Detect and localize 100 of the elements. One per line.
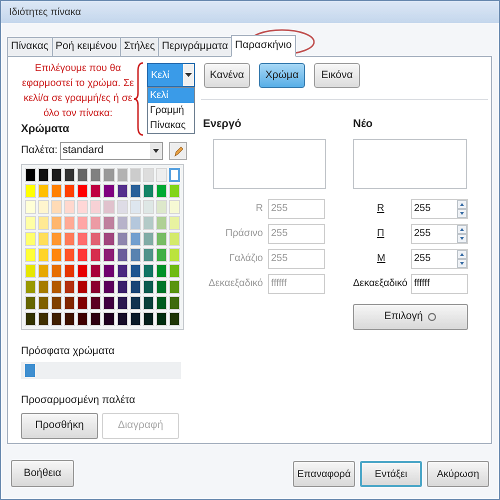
dialog-button[interactable]: Επαναφορά <box>293 461 355 487</box>
color-swatch[interactable] <box>116 280 128 294</box>
color-swatch[interactable] <box>25 168 36 182</box>
color-swatch[interactable] <box>38 296 50 310</box>
color-swatch[interactable] <box>90 280 102 294</box>
tab[interactable]: Πίνακας <box>7 37 52 57</box>
color-swatch[interactable] <box>142 168 154 182</box>
color-swatch[interactable] <box>77 184 88 198</box>
color-swatch[interactable] <box>64 248 76 262</box>
palette-action-button[interactable]: Προσθήκη <box>21 413 98 439</box>
color-swatch[interactable] <box>38 184 50 198</box>
color-swatch[interactable] <box>103 312 115 326</box>
color-swatch[interactable] <box>38 248 50 262</box>
color-swatch[interactable] <box>64 312 76 326</box>
color-swatch[interactable] <box>103 296 115 310</box>
color-swatch[interactable] <box>156 248 167 262</box>
color-swatch[interactable] <box>25 296 36 310</box>
color-swatch[interactable] <box>77 280 88 294</box>
color-swatch[interactable] <box>77 168 88 182</box>
color-swatch[interactable] <box>116 232 128 246</box>
color-swatch[interactable] <box>103 280 115 294</box>
color-swatch[interactable] <box>156 184 167 198</box>
color-swatch[interactable] <box>38 264 50 278</box>
color-swatch[interactable] <box>142 216 154 230</box>
color-swatch[interactable] <box>103 216 115 230</box>
background-type-button[interactable]: Εικόνα <box>314 63 360 88</box>
color-swatch[interactable] <box>51 296 62 310</box>
color-swatch[interactable] <box>130 184 141 198</box>
color-swatch[interactable] <box>51 232 62 246</box>
background-type-button[interactable]: Κανένα <box>204 63 250 88</box>
color-swatch[interactable] <box>156 296 167 310</box>
color-swatch[interactable] <box>77 232 88 246</box>
color-swatch[interactable] <box>51 200 62 214</box>
color-swatch[interactable] <box>77 264 88 278</box>
color-swatch[interactable] <box>51 216 62 230</box>
color-swatch[interactable] <box>168 184 180 198</box>
color-swatch[interactable] <box>168 296 180 310</box>
color-swatch[interactable] <box>156 200 167 214</box>
color-swatch[interactable] <box>90 232 102 246</box>
color-swatch[interactable] <box>156 280 167 294</box>
color-swatch[interactable] <box>77 248 88 262</box>
color-swatch[interactable] <box>103 168 115 182</box>
color-swatch[interactable] <box>25 248 36 262</box>
color-swatch[interactable] <box>116 264 128 278</box>
color-swatch[interactable] <box>25 264 36 278</box>
color-swatch[interactable] <box>25 232 36 246</box>
dialog-button[interactable]: Ακύρωση <box>427 461 489 487</box>
color-swatch[interactable] <box>64 296 76 310</box>
color-swatch[interactable] <box>156 312 167 326</box>
color-swatch[interactable] <box>103 184 115 198</box>
color-swatch[interactable] <box>130 312 141 326</box>
color-swatch[interactable] <box>38 280 50 294</box>
color-swatch[interactable] <box>168 264 180 278</box>
color-swatch[interactable] <box>130 232 141 246</box>
color-swatch[interactable] <box>168 200 180 214</box>
color-swatch[interactable] <box>25 280 36 294</box>
color-swatch[interactable] <box>64 184 76 198</box>
color-swatch[interactable] <box>90 200 102 214</box>
color-swatch[interactable] <box>156 216 167 230</box>
color-swatch[interactable] <box>25 200 36 214</box>
dropdown-option[interactable]: Γραμμή <box>148 103 194 118</box>
color-swatch[interactable] <box>142 184 154 198</box>
color-swatch[interactable] <box>25 216 36 230</box>
tab[interactable]: Παρασκήνιο <box>231 35 296 57</box>
tab[interactable]: Ροή κειμένου <box>52 37 121 57</box>
color-swatch[interactable] <box>38 312 50 326</box>
color-swatch[interactable] <box>64 264 76 278</box>
color-swatch[interactable] <box>51 264 62 278</box>
color-swatch[interactable] <box>142 312 154 326</box>
color-swatch[interactable] <box>38 216 50 230</box>
color-swatch[interactable] <box>64 200 76 214</box>
spin-field[interactable]: 255 <box>411 248 468 268</box>
color-swatch[interactable] <box>142 264 154 278</box>
color-swatch[interactable] <box>168 216 180 230</box>
color-swatch[interactable] <box>90 264 102 278</box>
color-swatch[interactable] <box>130 248 141 262</box>
color-swatch[interactable] <box>51 184 62 198</box>
color-swatch[interactable] <box>90 248 102 262</box>
color-swatch[interactable] <box>116 184 128 198</box>
color-swatch[interactable] <box>130 296 141 310</box>
tab[interactable]: Στήλες <box>120 37 159 57</box>
color-swatch[interactable] <box>130 200 141 214</box>
color-swatch[interactable] <box>168 280 180 294</box>
color-swatch[interactable] <box>64 216 76 230</box>
color-swatch[interactable] <box>142 200 154 214</box>
color-swatch[interactable] <box>142 248 154 262</box>
color-swatch[interactable] <box>156 264 167 278</box>
color-swatch[interactable] <box>51 168 62 182</box>
color-swatch[interactable] <box>90 216 102 230</box>
color-swatch[interactable] <box>38 168 50 182</box>
color-swatch[interactable] <box>90 168 102 182</box>
color-swatch[interactable] <box>130 280 141 294</box>
color-swatch[interactable] <box>51 312 62 326</box>
tab[interactable]: Περιγράμματα <box>158 37 232 57</box>
color-swatch[interactable] <box>64 232 76 246</box>
color-swatch[interactable] <box>51 280 62 294</box>
dialog-button[interactable]: Εντάξει <box>360 461 422 487</box>
color-swatch[interactable] <box>77 216 88 230</box>
spin-field[interactable]: 255 <box>411 198 468 218</box>
color-swatch[interactable] <box>38 232 50 246</box>
